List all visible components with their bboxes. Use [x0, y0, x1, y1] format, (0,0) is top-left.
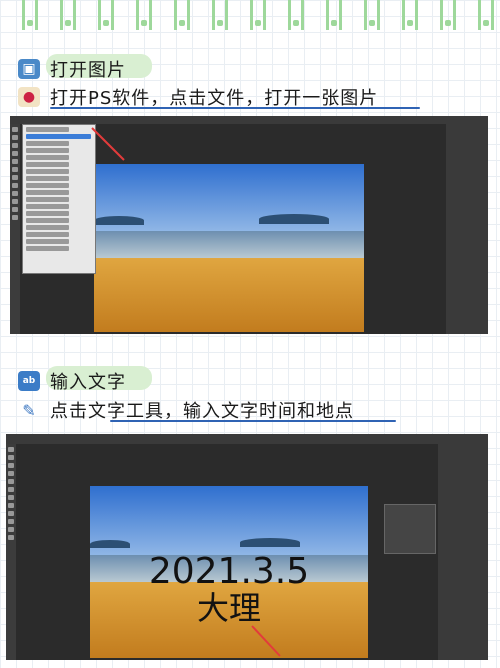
binder-clips — [0, 0, 500, 36]
clip-icon — [288, 0, 304, 30]
step2-title: 输入文字 — [50, 372, 126, 393]
clip-icon — [136, 0, 152, 30]
layers-panel — [438, 444, 488, 660]
picture-icon: ▣ — [18, 59, 40, 79]
clip-icon — [174, 0, 190, 30]
menu-bar — [6, 434, 488, 444]
palette-icon: ● — [18, 87, 40, 107]
arrow-icon — [251, 625, 281, 657]
layers-panel — [446, 124, 488, 334]
tool-panel — [6, 444, 16, 660]
clip-icon — [22, 0, 38, 30]
beach-photo: 2021.3.5 大理 — [90, 486, 368, 658]
desc-underline — [50, 107, 420, 109]
clip-icon — [440, 0, 456, 30]
clip-icon — [478, 0, 494, 30]
menu-bar — [10, 116, 488, 124]
step1-title-row: ▣ 打开图片 — [18, 56, 126, 82]
beach-photo — [94, 164, 364, 332]
desc-underline — [110, 420, 396, 422]
clip-icon — [212, 0, 228, 30]
wrench-icon: ✎ — [22, 400, 36, 420]
file-menu-dropdown[interactable] — [22, 124, 96, 274]
clip-icon — [98, 0, 114, 30]
abcd-icon: ab — [18, 371, 40, 391]
ps-text-place: 大理 — [196, 589, 261, 627]
tool-panel — [10, 124, 20, 334]
ps-text-date: 2021.3.5 — [148, 551, 310, 592]
clip-icon — [60, 0, 76, 30]
step1-title: 打开图片 — [50, 60, 126, 81]
clip-icon — [326, 0, 342, 30]
arrow-icon — [91, 127, 125, 161]
clip-icon — [402, 0, 418, 30]
clip-icon — [250, 0, 266, 30]
ps-screenshot-text: 2021.3.5 大理 — [6, 434, 488, 660]
clip-icon — [364, 0, 380, 30]
step2-title-row: ab 输入文字 — [18, 368, 126, 394]
character-panel — [384, 504, 436, 554]
ps-screenshot-open — [10, 116, 488, 334]
